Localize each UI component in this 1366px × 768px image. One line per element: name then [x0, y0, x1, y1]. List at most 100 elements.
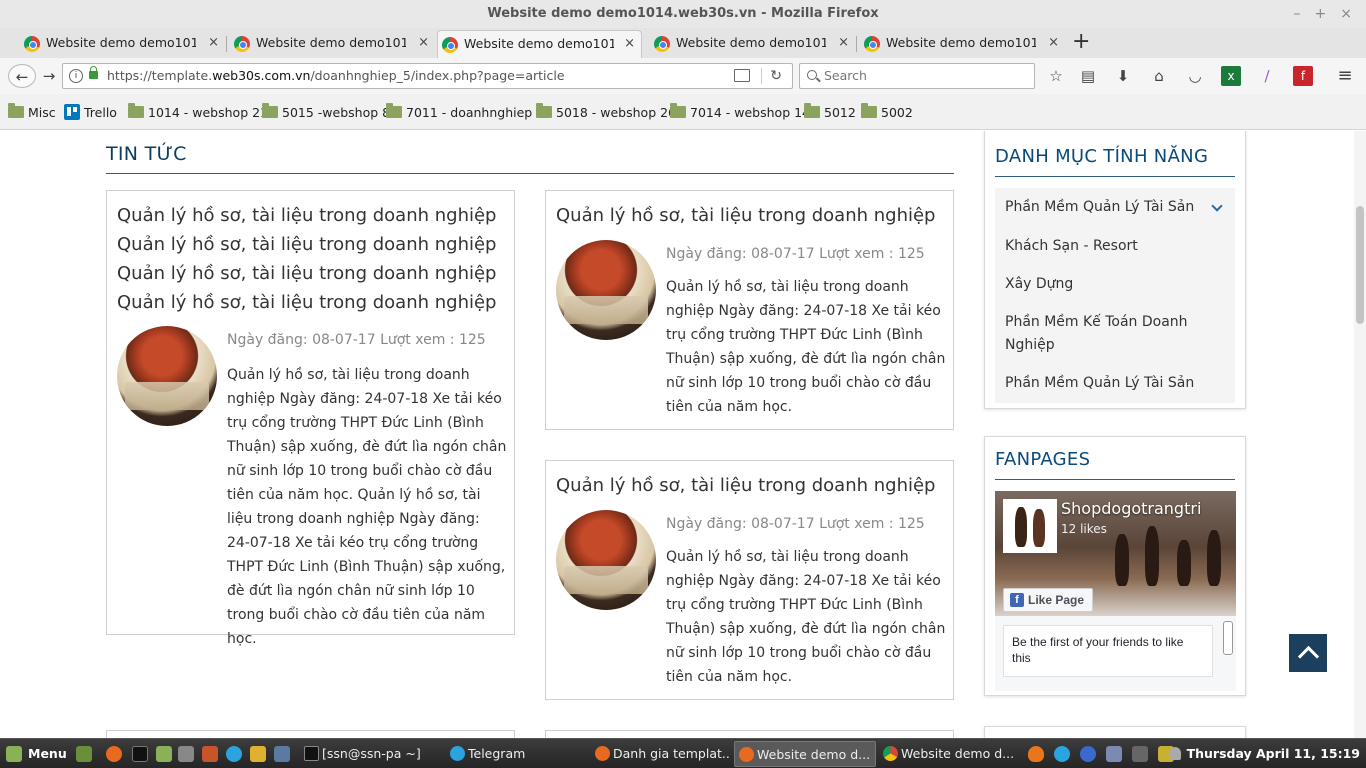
- browser-tab-active[interactable]: Website demo demo1014.web30s.vn ×: [437, 30, 642, 58]
- feature-item[interactable]: Phần Mềm Quản Lý Tài Sản: [995, 364, 1235, 403]
- telegram-icon[interactable]: [226, 746, 242, 762]
- chevron-down-icon[interactable]: [1211, 200, 1223, 212]
- network-icon[interactable]: [1132, 746, 1148, 762]
- vpn-icon[interactable]: [1080, 746, 1096, 762]
- downloads-icon[interactable]: ⬇: [1113, 66, 1133, 86]
- fb-like-page-button[interactable]: f Like Page: [1003, 588, 1094, 612]
- bookmark-7014[interactable]: 7014 - webshop 14: [670, 94, 810, 130]
- bookmark-5012[interactable]: 5012: [804, 94, 856, 130]
- tab-close-button[interactable]: ×: [1048, 30, 1059, 56]
- files-icon[interactable]: [156, 746, 172, 762]
- facebook-page-widget[interactable]: Shopdogotrangtri 12 likes f Like Page Be…: [995, 491, 1236, 691]
- vase-decoration: [1145, 526, 1159, 586]
- feature-item[interactable]: Xây Dựng: [995, 265, 1235, 304]
- article-card[interactable]: [106, 730, 515, 738]
- article-thumbnail[interactable]: [117, 326, 217, 426]
- show-desktop-icon[interactable]: [76, 746, 92, 762]
- browser-tab[interactable]: Website demo demo1014.web30s.vn ×: [860, 30, 1065, 58]
- browser-tab[interactable]: Website demo demo1014.web30s.vn ×: [650, 30, 855, 58]
- screenshot-icon[interactable]: [178, 746, 194, 762]
- notes-icon[interactable]: [250, 746, 266, 762]
- feature-item[interactable]: Phần Mềm Quản Lý Tài Sản: [995, 188, 1235, 227]
- library-icon[interactable]: ▤: [1078, 66, 1098, 86]
- bookmarks-toolbar: Misc Trello 1014 - webshop 21 5015 -webs…: [0, 94, 1366, 130]
- tab-close-button[interactable]: ×: [208, 30, 219, 56]
- tab-label: Website demo demo1014.web30s.vn: [464, 36, 614, 51]
- back-to-top-button[interactable]: [1289, 634, 1327, 672]
- info-icon[interactable]: i: [69, 69, 83, 83]
- article-card[interactable]: Quản lý hồ sơ, tài liệu trong doanh nghi…: [106, 190, 515, 647]
- navigation-toolbar: ← → i https://template.web30s.com.vn/doa…: [0, 58, 1366, 94]
- spreadsheet-icon[interactable]: x: [1221, 66, 1241, 86]
- back-button[interactable]: ←: [8, 64, 36, 88]
- article-card[interactable]: Quản lý hồ sơ, tài liệu trong doanh nghi…: [545, 460, 954, 700]
- hamburger-menu-icon[interactable]: ≡: [1335, 66, 1355, 86]
- vlc-icon[interactable]: [1028, 746, 1044, 762]
- article-title[interactable]: Quản lý hồ sơ, tài liệu trong doanh nghi…: [556, 201, 941, 230]
- reader-view-icon[interactable]: [734, 69, 750, 82]
- search-input[interactable]: Search: [799, 63, 1035, 89]
- start-menu-button[interactable]: Menu: [6, 739, 67, 768]
- flash-icon[interactable]: f: [1293, 66, 1313, 86]
- browser-tab[interactable]: Website demo demo1014.web30s.vn ×: [20, 30, 225, 58]
- url-bar[interactable]: i https://template.web30s.com.vn/doanhng…: [62, 63, 793, 89]
- article-title[interactable]: Quản lý hồ sơ, tài liệu trong doanh nghi…: [117, 201, 502, 317]
- pen-icon[interactable]: ∕: [1257, 66, 1277, 86]
- tab-close-button[interactable]: ×: [838, 30, 849, 56]
- new-tab-button[interactable]: +: [1072, 28, 1090, 56]
- app-icon[interactable]: [274, 746, 290, 762]
- bookmark-star-icon[interactable]: ☆: [1046, 66, 1066, 86]
- bookmark-5018[interactable]: 5018 - webshop 26: [536, 94, 676, 130]
- browser-tab[interactable]: Website demo demo1014.web30s.vn ×: [230, 30, 435, 58]
- bookmark-trello[interactable]: Trello: [64, 94, 117, 130]
- terminal-icon[interactable]: [132, 746, 148, 762]
- bookmark-misc[interactable]: Misc: [8, 94, 56, 130]
- shield-icon[interactable]: [1106, 746, 1122, 762]
- article-card[interactable]: Quản lý hồ sơ, tài liệu trong doanh nghi…: [545, 190, 954, 430]
- fb-scrollbar[interactable]: [1223, 621, 1233, 655]
- telegram-tray-icon[interactable]: [1054, 746, 1070, 762]
- article-thumbnail[interactable]: [556, 510, 656, 610]
- fb-page-avatar[interactable]: [1003, 499, 1057, 553]
- task-firefox-website[interactable]: Website demo d...: [734, 741, 876, 767]
- task-label: [ssn@ssn-pa ~]: [322, 746, 421, 761]
- bookmark-1014[interactable]: 1014 - webshop 21: [128, 94, 268, 130]
- tab-close-button[interactable]: ×: [418, 30, 429, 56]
- article-card[interactable]: [545, 730, 954, 738]
- clock[interactable]: Thursday April 11, 15:19: [1168, 739, 1360, 768]
- terminal-icon: [304, 746, 319, 761]
- chrome-favicon-icon: [654, 36, 670, 52]
- tab-close-button[interactable]: ×: [624, 31, 635, 57]
- task-label: Danh gia templat...: [613, 746, 731, 761]
- forward-button[interactable]: →: [40, 64, 58, 88]
- telegram-icon: [450, 746, 465, 761]
- user-icon: [1168, 747, 1181, 760]
- article-thumbnail[interactable]: [556, 240, 656, 340]
- bookmark-5015[interactable]: 5015 -webshop 8: [262, 94, 390, 130]
- task-chrome-website[interactable]: Website demo d...: [879, 741, 1019, 767]
- maximize-button[interactable]: +: [1315, 0, 1327, 28]
- scrollbar-thumb[interactable]: [1356, 206, 1364, 324]
- close-window-button[interactable]: ×: [1340, 0, 1352, 28]
- feature-item[interactable]: Khách Sạn - Resort: [995, 227, 1235, 266]
- minimize-button[interactable]: –: [1294, 0, 1301, 28]
- section-divider: [106, 173, 954, 174]
- page-scrollbar[interactable]: [1354, 131, 1366, 738]
- task-terminal[interactable]: [ssn@ssn-pa ~]: [300, 741, 440, 767]
- task-firefox-review[interactable]: Danh gia templat...: [591, 741, 731, 767]
- trello-icon: [64, 104, 80, 120]
- reload-button[interactable]: ↻: [770, 64, 782, 88]
- url-separator: [761, 68, 762, 84]
- home-icon[interactable]: ⌂: [1149, 66, 1169, 86]
- mint-logo-icon: [6, 746, 22, 762]
- task-telegram[interactable]: Telegram: [446, 741, 586, 767]
- firefox-icon[interactable]: [106, 746, 122, 762]
- feature-item[interactable]: Phần Mềm Kế Toán Doanh Nghiệp: [995, 303, 1235, 365]
- bookmark-7011[interactable]: 7011 - doanhnghiep 7: [386, 94, 544, 130]
- bookmark-5002[interactable]: 5002: [861, 94, 913, 130]
- sublime-icon[interactable]: [202, 746, 218, 762]
- article-title[interactable]: Quản lý hồ sơ, tài liệu trong doanh nghi…: [556, 471, 941, 500]
- window-title: Website demo demo1014.web30s.vn - Mozill…: [487, 6, 879, 21]
- fb-page-name[interactable]: Shopdogotrangtri: [1061, 499, 1231, 518]
- pocket-icon[interactable]: ◡: [1185, 66, 1205, 86]
